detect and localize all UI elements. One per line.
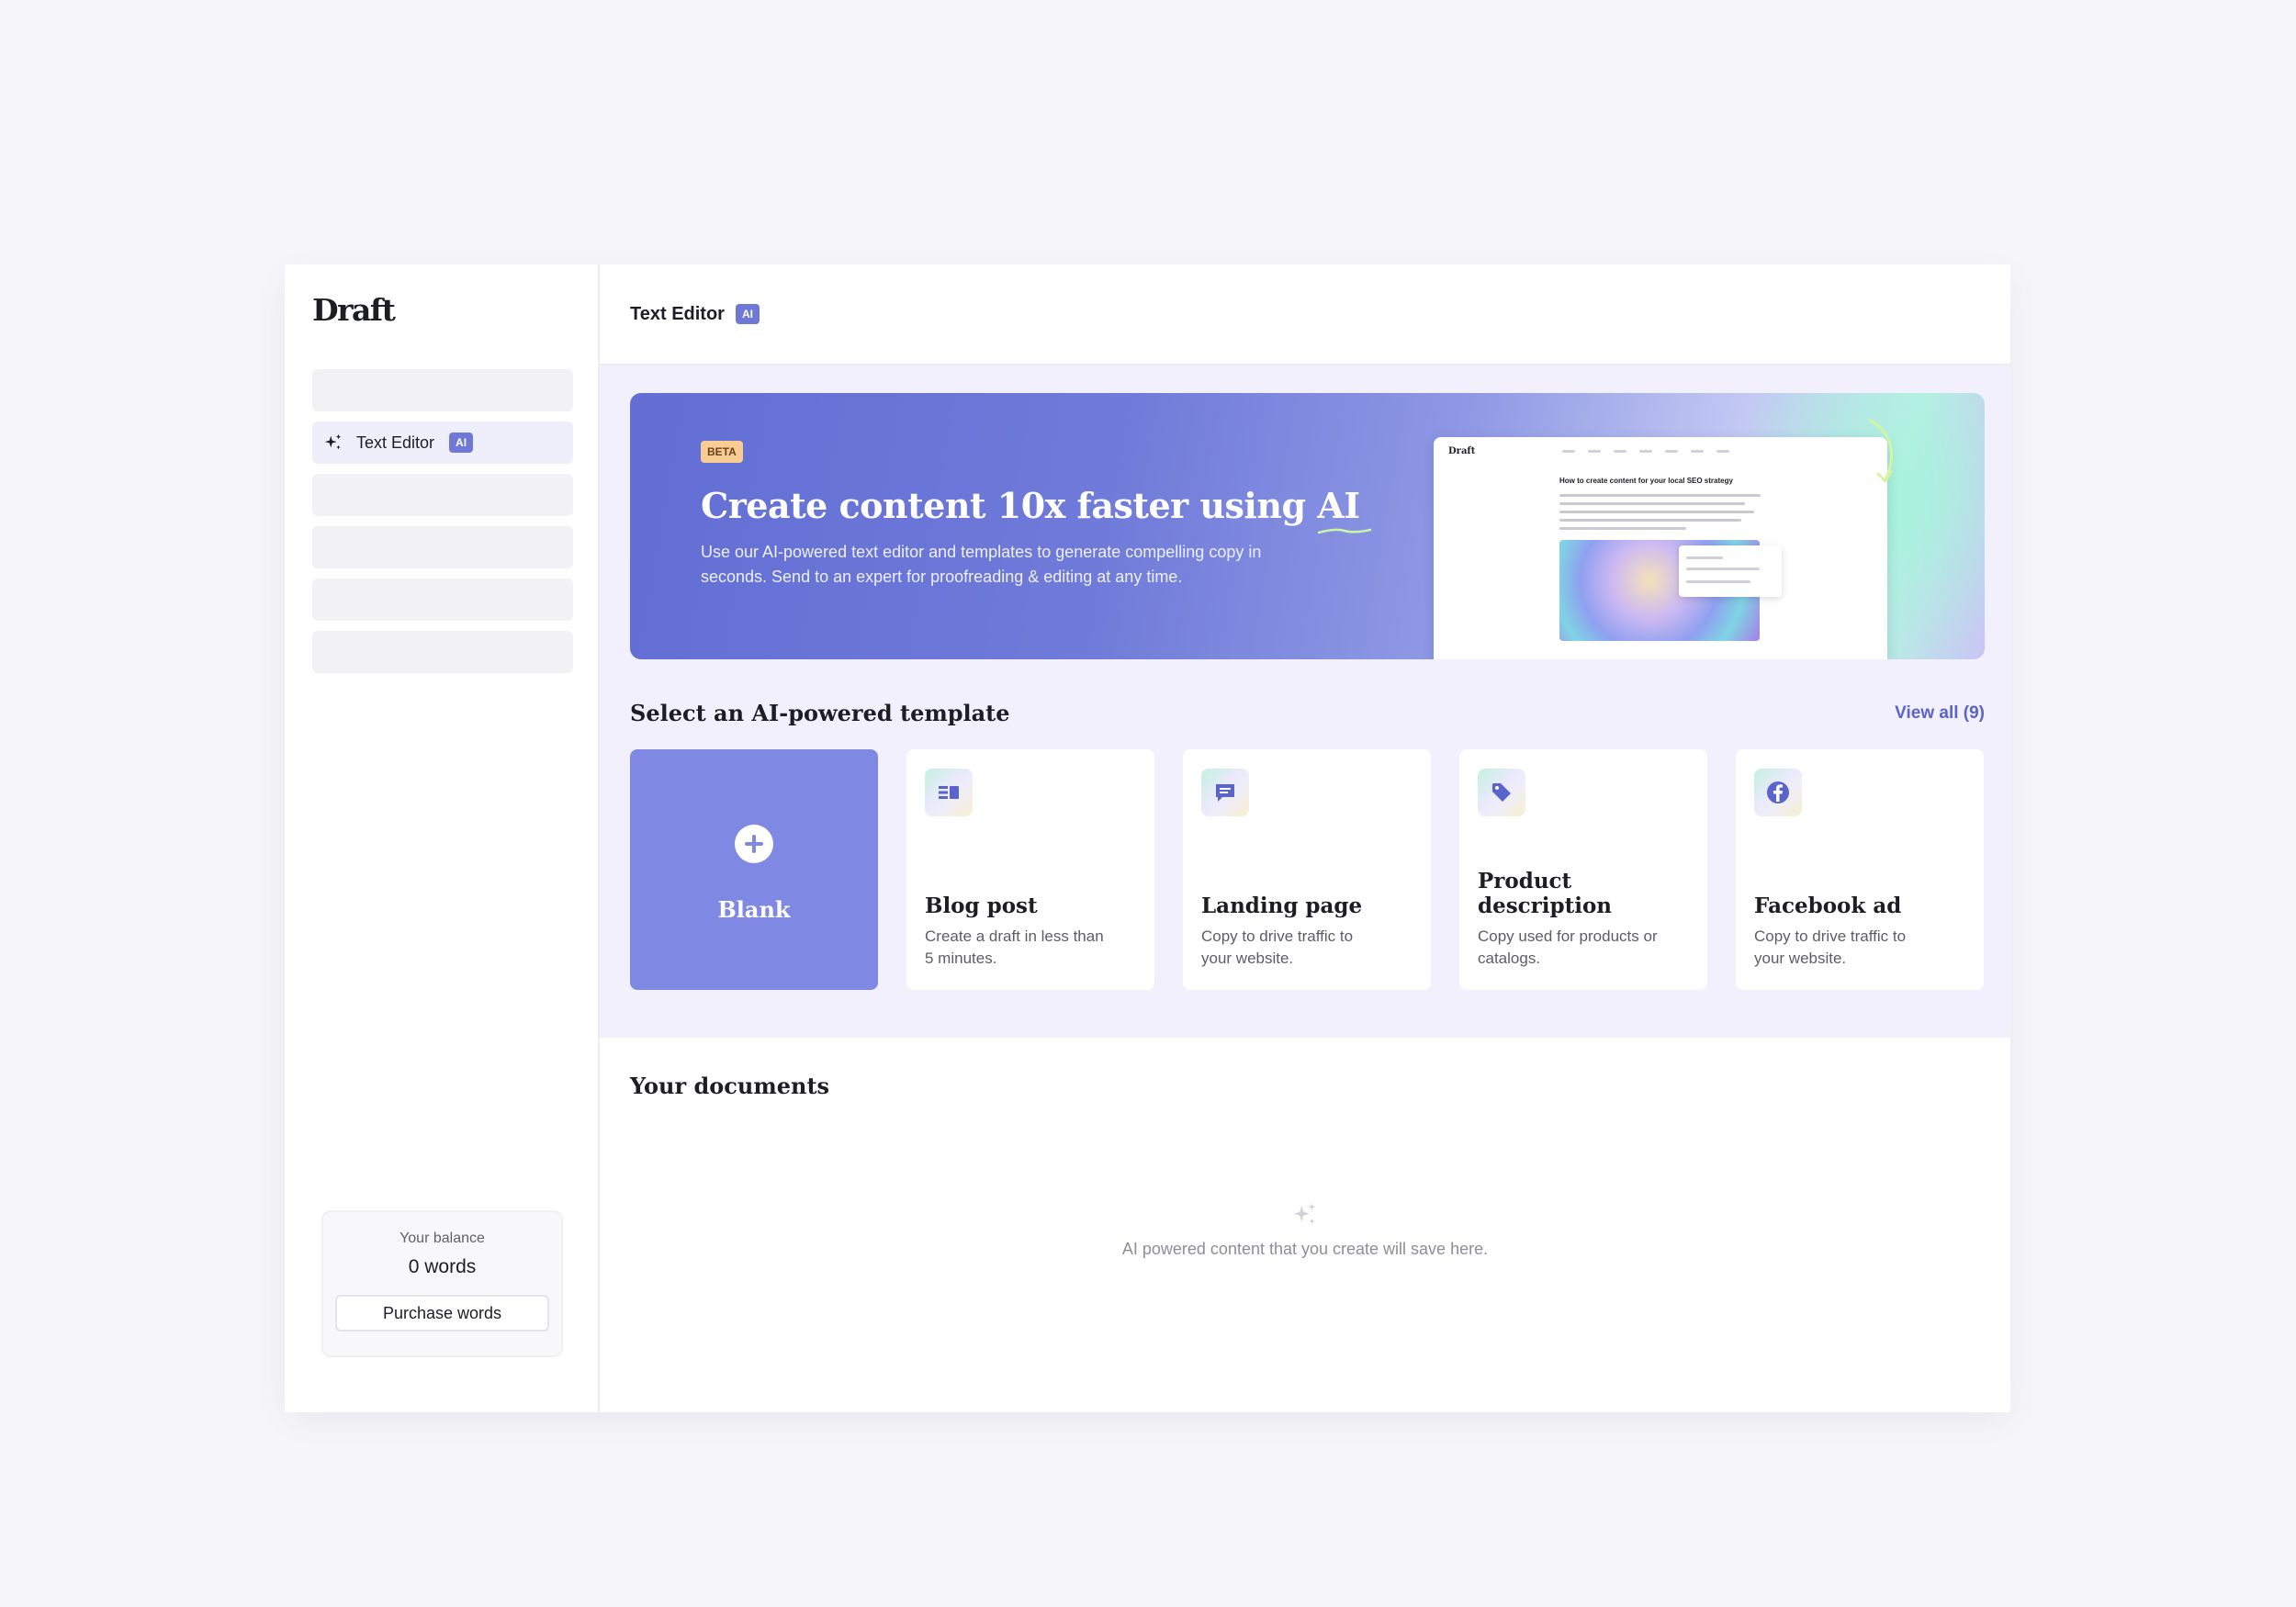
app-logo[interactable]: Draft (312, 292, 396, 328)
preview-toolbar-item (1639, 450, 1652, 453)
preview-toolbar-item (1588, 450, 1601, 453)
plus-circle-icon (735, 824, 773, 863)
tag-icon (1478, 769, 1525, 816)
hero-title-highlight: AI (1317, 485, 1372, 534)
sidebar: Draft Text Editor AI Your balance 0 word… (285, 264, 600, 1412)
templates-title: Select an AI-powered template (630, 700, 1010, 726)
view-all-link[interactable]: View all (9) (1895, 703, 1985, 724)
top-bar: Text Editor AI (600, 264, 2010, 365)
beta-badge: BETA (701, 441, 743, 463)
hero-title-highlight-text: AI (1317, 485, 1360, 526)
sidebar-item-label: Text Editor (356, 433, 435, 452)
preview-line (1559, 519, 1741, 522)
empty-state-message: AI powered content that you create will … (1121, 1240, 1489, 1258)
hero-description: Use our AI-powered text editor and templ… (701, 543, 1262, 586)
preview-popup (1679, 545, 1782, 597)
template-card-landing-page[interactable]: Landing page Copy to drive traffic to yo… (1183, 749, 1431, 990)
card-title: Landing page (1201, 893, 1363, 918)
facebook-icon (1754, 769, 1802, 816)
template-card-facebook-ad[interactable]: Facebook ad Copy to drive traffic to you… (1736, 749, 1984, 990)
card-description: Copy to drive traffic to your website. (1201, 927, 1354, 967)
preview-toolbar-item (1614, 450, 1626, 453)
sidebar-item-placeholder[interactable] (312, 474, 573, 516)
sparkle-icon (1293, 1203, 1316, 1224)
hero-title-prefix: Create content 10x faster using (701, 485, 1318, 526)
preview-toolbar-item (1716, 450, 1729, 453)
templates-area: BETA Create content 10x faster using AI … (600, 365, 2010, 1038)
main-content: Text Editor AI BETA Create content 10x f… (600, 264, 2010, 1412)
preview-toolbar (1562, 450, 1729, 453)
blog-icon (925, 769, 973, 816)
chat-icon (1201, 769, 1249, 816)
preview-line (1559, 511, 1754, 513)
template-card-blank[interactable]: Blank (630, 749, 878, 990)
template-cards: Blank Blog post Create a draft in less t… (630, 749, 1984, 990)
hero-banner[interactable]: BETA Create content 10x faster using AI … (630, 393, 1985, 659)
card-description: Copy to drive traffic to your website. (1754, 927, 1907, 967)
curved-arrow-icon (1869, 419, 1894, 484)
documents-title: Your documents (630, 1073, 830, 1099)
purchase-words-button[interactable]: Purchase words (335, 1295, 549, 1332)
card-title: Facebook ad (1754, 893, 1902, 918)
card-title: Blog post (925, 893, 1038, 918)
preview-line (1559, 502, 1746, 505)
documents-empty-state: AI powered content that you create will … (600, 1201, 2010, 1259)
card-description: Create a draft in less than 5 minutes. (925, 927, 1104, 967)
blank-label: Blank (717, 895, 791, 923)
preview-popup-line (1686, 556, 1723, 559)
preview-toolbar-item (1562, 450, 1575, 453)
sparkle-icon (324, 433, 342, 450)
sidebar-item-placeholder[interactable] (312, 526, 573, 568)
card-description: Copy used for products or catalogs. (1478, 927, 1658, 967)
templates-header: Select an AI-powered template View all (… (630, 700, 1985, 726)
preview-popup-line (1686, 580, 1750, 583)
preview-heading: How to create content for your local SEO… (1559, 477, 1733, 485)
preview-text-lines (1559, 494, 1771, 535)
sidebar-item-text-editor[interactable]: Text Editor AI (312, 421, 573, 464)
preview-line (1559, 527, 1686, 530)
ai-badge: AI (735, 304, 760, 324)
preview-logo: Draft (1448, 446, 1476, 456)
preview-line (1559, 494, 1761, 497)
preview-toolbar-item (1691, 450, 1704, 453)
sidebar-nav: Text Editor AI (312, 369, 573, 683)
sidebar-item-placeholder[interactable] (312, 631, 573, 673)
editor-preview-image: Draft How to create content for your loc… (1434, 437, 1887, 659)
hero-title: Create content 10x faster using AI (701, 485, 1372, 534)
preview-popup-line (1686, 568, 1760, 570)
card-title: Product description (1478, 869, 1613, 918)
sidebar-item-placeholder[interactable] (312, 579, 573, 621)
ai-badge: AI (449, 433, 474, 453)
sidebar-item-placeholder[interactable] (312, 369, 573, 411)
app-window: Draft Text Editor AI Your balance 0 word… (285, 264, 2010, 1412)
balance-label: Your balance (400, 1231, 485, 1246)
preview-toolbar-item (1665, 450, 1678, 453)
page-title: Text Editor (630, 303, 725, 324)
underline-squiggle-icon (1318, 528, 1372, 534)
template-card-blog-post[interactable]: Blog post Create a draft in less than 5 … (906, 749, 1154, 990)
balance-value: 0 words (408, 1256, 477, 1277)
balance-card: Your balance 0 words Purchase words (321, 1210, 563, 1357)
template-card-product-description[interactable]: Product description Copy used for produc… (1459, 749, 1707, 990)
